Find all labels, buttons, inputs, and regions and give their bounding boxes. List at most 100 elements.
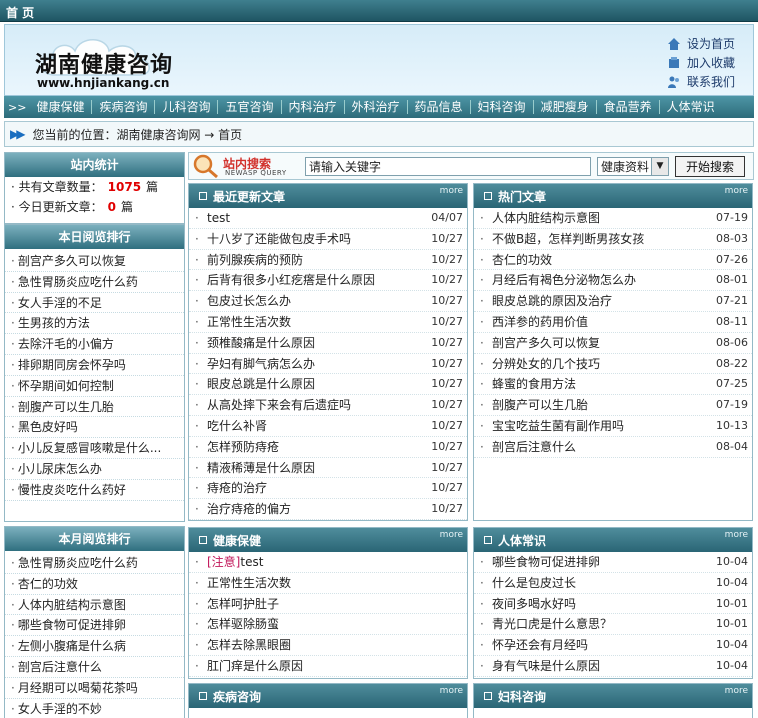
- article-row[interactable]: · 月经后有褐色分泌物怎么办 08-01: [474, 270, 752, 292]
- article-title[interactable]: 剖宫后注意什么: [492, 437, 714, 457]
- article-row[interactable]: · 剖腹产可以生几胎 07-19: [474, 395, 752, 416]
- hot-more-link[interactable]: more: [725, 186, 748, 196]
- article-title[interactable]: 颈椎酸痛是什么原因: [207, 333, 429, 353]
- article-title[interactable]: 怀孕还会有月经吗: [492, 635, 714, 655]
- article-row[interactable]: · 精液稀薄是什么原因 10/27: [189, 458, 467, 479]
- article-title[interactable]: 十八岁了还能做包皮手术吗: [207, 229, 429, 249]
- article-row[interactable]: · 从高处摔下来会有后遗症吗 10/27: [189, 395, 467, 416]
- article-title[interactable]: 从高处摔下来会有后遗症吗: [207, 395, 429, 415]
- article-title[interactable]: 前列腺疾病的预防: [207, 250, 429, 270]
- home-link[interactable]: 首 页: [6, 4, 34, 21]
- article-title[interactable]: 西洋参的药用价值: [492, 312, 714, 332]
- nav-item-disease[interactable]: 疾病咨询: [92, 100, 156, 114]
- article-row[interactable]: · 怀孕还会有月经吗 10-04: [474, 635, 752, 656]
- article-title[interactable]: 怎样呵护肚子: [207, 594, 429, 614]
- article-title[interactable]: 治疗痔疮的偏方: [207, 499, 429, 519]
- article-row[interactable]: · 怎样呵护肚子: [189, 594, 467, 615]
- article-row[interactable]: · 宝宝吃益生菌有副作用吗 10-13: [474, 416, 752, 437]
- article-row[interactable]: · 治疗痔疮的偏方 10/27: [189, 499, 467, 520]
- rank-list-item[interactable]: 女人手淫的不妙: [5, 699, 184, 718]
- article-row[interactable]: · 肛门痒是什么原因: [189, 656, 467, 677]
- article-title[interactable]: 分辨处女的几个技巧: [492, 354, 714, 374]
- rank-list-item[interactable]: 剖宫后注意什么: [5, 657, 184, 678]
- article-title[interactable]: 精液稀薄是什么原因: [207, 458, 429, 478]
- rank-list-item[interactable]: 急性胃肠炎应吃什么药: [5, 553, 184, 574]
- rank-list-item[interactable]: 黑色皮好吗: [5, 417, 184, 439]
- article-title[interactable]: 眼皮总跳是什么原因: [207, 374, 429, 394]
- article-row[interactable]: · 分辨处女的几个技巧 08-22: [474, 354, 752, 375]
- contact-link[interactable]: 联系我们: [667, 72, 735, 91]
- rank-list-item[interactable]: 急性胃肠炎应吃什么药: [5, 272, 184, 293]
- article-title[interactable]: test: [207, 208, 429, 228]
- nav-item-nutrition[interactable]: 食品营养: [597, 100, 660, 114]
- article-row[interactable]: · 不做B超，怎样判断男孩女孩 08-03: [474, 229, 752, 250]
- article-row[interactable]: · 包皮过长怎么办 10/27: [189, 291, 467, 312]
- article-row[interactable]: · 哪些食物可促进排卵 10-04: [474, 552, 752, 573]
- article-title[interactable]: 怎样驱除肠蛮: [207, 614, 429, 634]
- article-row[interactable]: · 眼皮总跳是什么原因 10/27: [189, 374, 467, 396]
- article-title[interactable]: 身有气味是什么原因: [492, 656, 714, 676]
- article-title[interactable]: 月经后有褐色分泌物怎么办: [492, 270, 714, 290]
- article-title[interactable]: 怎样去除黑眼圈: [207, 635, 429, 655]
- nav-item-pediatrics[interactable]: 儿科咨询: [155, 100, 219, 114]
- article-row[interactable]: · 杏仁的功效 07-26: [474, 250, 752, 271]
- rank-list-item[interactable]: 生男孩的方法: [5, 313, 184, 335]
- article-title[interactable]: 包皮过长怎么办: [207, 291, 429, 311]
- article-row[interactable]: · 正常性生活次数: [189, 573, 467, 594]
- add-favorite-link[interactable]: 加入收藏: [667, 53, 735, 72]
- rank-list-item[interactable]: 杏仁的功效: [5, 574, 184, 595]
- article-row[interactable]: · 正常性生活次数 10/27: [189, 312, 467, 333]
- article-title[interactable]: 夜间多喝水好吗: [492, 594, 714, 614]
- article-title[interactable]: [注意]test: [207, 552, 429, 572]
- nav-item-surgery[interactable]: 外科治疗: [345, 100, 408, 114]
- gynecology-more-link[interactable]: more: [725, 686, 748, 696]
- article-title[interactable]: 不做B超，怎样判断男孩女孩: [492, 229, 714, 249]
- article-row[interactable]: · 怎样驱除肠蛮: [189, 614, 467, 636]
- search-category-select[interactable]: 健康资料 ▼: [597, 156, 669, 176]
- article-title[interactable]: 什么是包皮过长: [492, 573, 714, 593]
- article-row[interactable]: · 青光口虎是什么意思？ 10-01: [474, 614, 752, 636]
- article-title[interactable]: 剖腹产可以生几胎: [492, 395, 714, 415]
- article-row[interactable]: · 怎样预防痔疮 10/27: [189, 437, 467, 458]
- article-title[interactable]: 青光口虎是什么意思？: [492, 614, 714, 634]
- rank-list-item[interactable]: 女人手淫的不足: [5, 293, 184, 314]
- rank-list-item[interactable]: 小儿反复感冒咳嗽是什么...: [5, 438, 184, 459]
- article-title[interactable]: 后背有很多小红疙瘩是什么原因: [207, 270, 429, 290]
- article-title[interactable]: 剖宫产多久可以恢复: [492, 333, 714, 353]
- nav-item-body[interactable]: 人体常识: [660, 100, 722, 114]
- rank-list-item[interactable]: 左侧小腹痛是什么病: [5, 636, 184, 657]
- rank-list-item[interactable]: 去除汗毛的小偏方: [5, 334, 184, 355]
- article-row[interactable]: · 吃什么补肾 10/27: [189, 416, 467, 437]
- article-row[interactable]: · 怎样去除黑眼圈: [189, 635, 467, 656]
- rank-list-item[interactable]: 小儿尿床怎么办: [5, 459, 184, 480]
- nav-item-internal[interactable]: 内科治疗: [282, 100, 345, 114]
- article-title[interactable]: 孕妇有脚气病怎么办: [207, 354, 429, 374]
- article-row[interactable]: · 后背有很多小红疙瘩是什么原因 10/27: [189, 270, 467, 292]
- rank-list-item[interactable]: 剖宫产多久可以恢复: [5, 251, 184, 272]
- nav-item-slimming[interactable]: 减肥瘦身: [534, 100, 597, 114]
- article-title[interactable]: 哪些食物可促进排卵: [492, 552, 714, 572]
- article-title[interactable]: 杏仁的功效: [492, 250, 714, 270]
- article-title[interactable]: 怎样预防痔疮: [207, 437, 429, 457]
- rank-list-item[interactable]: 怀孕期间如何控制: [5, 376, 184, 397]
- article-title[interactable]: 吃什么补肾: [207, 416, 429, 436]
- article-row[interactable]: · [注意]test: [189, 552, 467, 573]
- article-row[interactable]: · 前列腺疾病的预防 10/27: [189, 250, 467, 271]
- nav-item-gynecology[interactable]: 妇科咨询: [471, 100, 534, 114]
- article-row[interactable]: · 夜间多喝水好吗 10-01: [474, 594, 752, 615]
- article-row[interactable]: · 身有气味是什么原因 10-04: [474, 656, 752, 677]
- rank-list-item[interactable]: 人体内脏结构示意图: [5, 595, 184, 616]
- health-more-link[interactable]: more: [440, 530, 463, 540]
- article-title[interactable]: 痔疮的治疗: [207, 478, 429, 498]
- rank-list-item[interactable]: 排卵期同房会怀孕吗: [5, 355, 184, 376]
- article-row[interactable]: · test 04/07: [189, 208, 467, 229]
- disease-more-link[interactable]: more: [440, 686, 463, 696]
- article-title[interactable]: 肛门痒是什么原因: [207, 656, 429, 676]
- article-row[interactable]: · 剖宫产多久可以恢复 08-06: [474, 333, 752, 354]
- nav-item-ent[interactable]: 五官咨询: [218, 100, 282, 114]
- set-homepage-link[interactable]: 设为首页: [667, 34, 735, 53]
- article-row[interactable]: · 孕妇有脚气病怎么办 10/27: [189, 354, 467, 375]
- article-row[interactable]: · 眼皮总跳的原因及治疗 07-21: [474, 291, 752, 312]
- rank-list-item[interactable]: 月经期可以喝菊花茶吗: [5, 678, 184, 699]
- article-title[interactable]: 人体内脏结构示意图: [492, 208, 714, 228]
